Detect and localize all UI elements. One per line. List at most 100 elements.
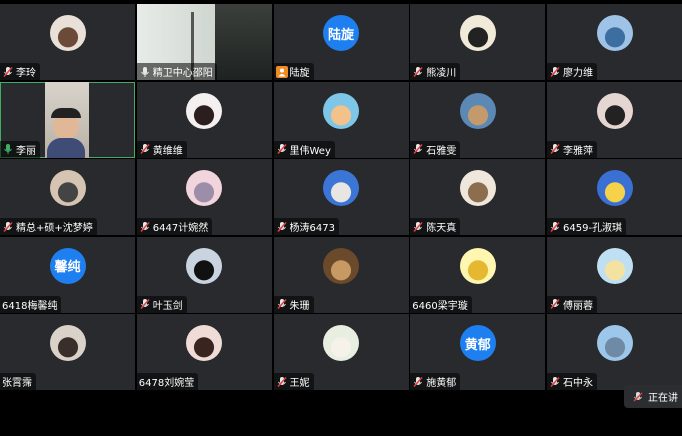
yellow-cartoon-avatar — [459, 247, 496, 284]
muted-mic-icon — [276, 221, 287, 232]
participant-tile[interactable]: 陈天真 — [410, 159, 546, 235]
participant-tile[interactable]: 王妮 — [273, 314, 409, 390]
participant-name-label: 傅丽蓉 — [547, 295, 597, 313]
participant-name-label: 石中永 — [547, 373, 597, 390]
participant-tile[interactable]: 朱珊 — [273, 236, 409, 313]
participant-tile[interactable]: 傅丽蓉 — [547, 236, 682, 313]
participant-name: 李丽 — [16, 145, 36, 157]
participant-name: 黄维维 — [152, 145, 183, 157]
text-avatar: 陆旋 — [323, 15, 359, 51]
speaking-mic-icon — [4, 144, 12, 154]
muted-mic-icon — [413, 376, 423, 387]
muted-mic-icon — [276, 299, 287, 309]
participant-name: 石中永 — [563, 378, 593, 389]
muted-mic-icon — [3, 66, 13, 77]
muted-mic-icon — [413, 66, 423, 77]
participant-name-label: 6460梁宇璇 — [410, 295, 472, 313]
white-cat-avatar — [323, 325, 359, 361]
participant-name: 杨涛6473 — [289, 223, 335, 234]
participant-tile[interactable]: 6459-孔淑琪 — [547, 159, 682, 235]
participant-grid: 李玲 精卫中心邵阳 陆旋 陆旋 熊凌川 廖力维 李丽 黄维维 里伟Wey 石雅雯 李雅萍 精总+硕+沈… — [0, 4, 682, 390]
participant-tile[interactable]: 6447计婉然 — [136, 159, 272, 235]
participant-name: 6478刘婉莹 — [138, 378, 195, 389]
participant-name: 精卫中心邵阳 — [152, 68, 213, 79]
speaking-status-pill[interactable]: 正在讲 — [624, 385, 682, 408]
participant-name-label: 张霄霈 — [0, 373, 36, 390]
participant-name-label: 李丽 — [0, 140, 40, 158]
brown-dog-avatar — [323, 247, 359, 284]
participant-name: 施黄郁 — [426, 378, 457, 389]
participant-name-label: 王妮 — [273, 373, 314, 390]
participant-name: 6460梁宇璇 — [412, 300, 468, 312]
participant-name: 6447计婉然 — [152, 223, 209, 234]
bottom-bar — [0, 390, 682, 436]
participant-tile[interactable]: 石中永 — [547, 314, 682, 390]
participant-tile[interactable]: 张霄霈 — [0, 314, 135, 390]
coast-landscape-avatar — [596, 325, 633, 361]
muted-mic-icon — [550, 144, 560, 154]
seaside-person-avatar — [596, 15, 633, 51]
participant-tile[interactable]: 陆旋 陆旋 — [273, 4, 409, 80]
glasses-cartoon-avatar — [323, 92, 359, 129]
participant-name-label: 杨涛6473 — [273, 218, 339, 235]
sky-person-avatar — [323, 170, 359, 206]
participant-name: 陆旋 — [289, 68, 310, 79]
girl-photo-avatar — [596, 92, 633, 129]
participant-name-label: 叶玉剑 — [136, 295, 187, 313]
participant-name-label: 精卫中心邵阳 — [136, 63, 217, 80]
participant-tile[interactable]: 精卫中心邵阳 — [136, 4, 272, 80]
muted-mic-icon — [140, 144, 150, 154]
participant-tile[interactable]: 杨涛6473 — [273, 159, 409, 235]
participant-name-label: 6447计婉然 — [136, 218, 213, 235]
participant-name-label: 6478刘婉莹 — [136, 373, 199, 390]
participant-tile[interactable]: 精总+硕+沈梦婷 — [0, 159, 135, 235]
participant-name: 6459-孔淑琪 — [563, 223, 623, 234]
muted-mic-icon — [276, 144, 287, 154]
participant-name-label: 里伟Wey — [273, 140, 335, 158]
participant-name-label: 陆旋 — [273, 63, 314, 80]
muted-mic-icon — [550, 221, 560, 232]
participant-name-label: 李雅萍 — [547, 140, 597, 158]
participant-tile[interactable]: 李雅萍 — [547, 81, 682, 158]
participant-tile[interactable]: 6478刘婉莹 — [136, 314, 272, 390]
pink-room-avatar — [186, 170, 223, 206]
pug-dog-avatar — [459, 170, 496, 206]
participant-tile[interactable]: 黄维维 — [136, 81, 272, 158]
participant-tile[interactable]: 石雅雯 — [410, 81, 546, 158]
participant-name: 廖力维 — [563, 68, 593, 79]
panda-avatar — [459, 15, 496, 51]
participant-name-label: 精总+硕+沈梦婷 — [0, 218, 97, 235]
participant-name: 傅丽蓉 — [563, 300, 593, 312]
participant-name-label: 黄维维 — [136, 140, 187, 158]
participant-name-label: 陈天真 — [410, 218, 461, 235]
girl-portrait-avatar — [186, 325, 223, 361]
participant-name-label: 朱珊 — [273, 295, 314, 313]
participant-tile[interactable]: 廖力维 — [547, 4, 682, 80]
muted-mic-icon — [550, 299, 560, 309]
muted-mic-icon — [413, 144, 423, 154]
participant-tile[interactable]: 李丽 — [0, 81, 135, 158]
participant-name: 叶玉剑 — [152, 300, 183, 312]
participant-tile[interactable]: 李玲 — [0, 4, 135, 80]
participant-name-label: 6418梅馨纯 — [0, 295, 62, 313]
text-avatar: 馨纯 — [49, 247, 86, 284]
participant-tile[interactable]: 6460梁宇璇 — [410, 236, 546, 313]
muted-mic-icon — [3, 221, 13, 232]
participant-tile[interactable]: 馨纯 6418梅馨纯 — [0, 236, 135, 313]
participant-name: 王妮 — [289, 378, 310, 389]
participant-tile[interactable]: 叶玉剑 — [136, 236, 272, 313]
text-avatar: 黄郁 — [459, 325, 496, 361]
participant-name: 张霄霈 — [2, 378, 32, 389]
participant-name: 石雅雯 — [426, 145, 457, 157]
participant-name: 精总+硕+沈梦婷 — [16, 223, 93, 234]
participant-tile[interactable]: 黄郁施黄郁 — [410, 314, 546, 390]
participant-name: 里伟Wey — [289, 145, 331, 157]
mic-icon — [140, 66, 149, 77]
participant-tile[interactable]: 里伟Wey — [273, 81, 409, 158]
participant-name-label: 石雅雯 — [410, 140, 461, 158]
muted-mic-icon — [550, 66, 560, 77]
participant-tile[interactable]: 熊凌川 — [410, 4, 546, 80]
participant-name: 陈天真 — [426, 223, 457, 234]
participant-name-label: 6459-孔淑琪 — [547, 218, 627, 235]
landscape-avatar — [596, 247, 633, 284]
